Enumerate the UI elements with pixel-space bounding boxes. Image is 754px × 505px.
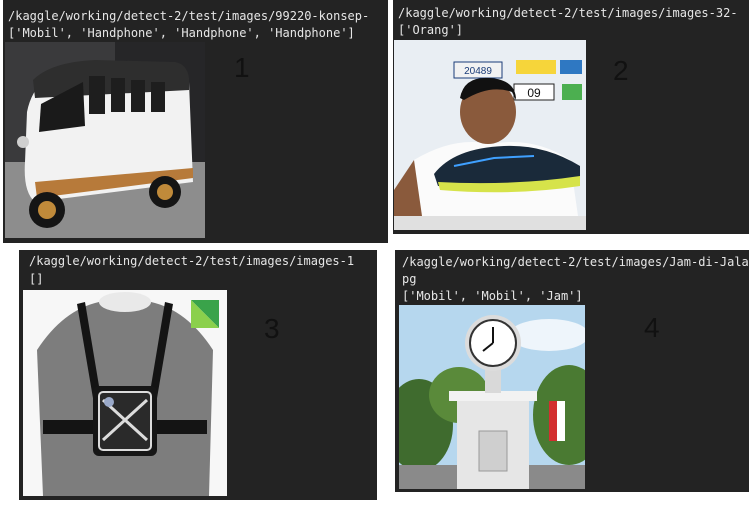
detected-labels-text: [] (29, 272, 44, 286)
output-panel-2: /kaggle/working/detect-2/test/images/ima… (393, 0, 749, 234)
image-path-text: /kaggle/working/detect-2/test/images/ima… (398, 6, 738, 20)
panel-number-3: 3 (264, 313, 280, 344)
output-panel-1: /kaggle/working/detect-2/test/images/992… (3, 0, 388, 243)
detected-labels-text: ['Mobil', 'Handphone', 'Handphone', 'Han… (8, 26, 355, 40)
image-path-text: /kaggle/working/detect-2/test/images/ima… (29, 254, 355, 268)
bib-number-text-2: 09 (527, 86, 541, 100)
detected-labels-text: ['Mobil', 'Mobil', 'Jam'] (402, 289, 583, 303)
output-panel-4: /kaggle/working/detect-2/test/images/Jam… (395, 250, 749, 492)
chest-mount-photo (23, 290, 227, 496)
output-panel-3: /kaggle/working/detect-2/test/images/ima… (19, 250, 377, 500)
street-clock-photo (399, 305, 585, 489)
image-path-text: /kaggle/working/detect-2/test/images/992… (8, 9, 370, 23)
panel-number-1: 1 (234, 52, 250, 83)
panel-number-2: 2 (613, 55, 629, 86)
person-shoe-photo: 20489 09 (394, 40, 586, 230)
image-path-text: /kaggle/working/detect-2/test/images/Jam… (402, 255, 749, 269)
panel-number-4: 4 (644, 312, 660, 343)
image-path-text-continued: pg (402, 272, 417, 286)
van-photo (5, 42, 205, 238)
bib-number-text: 20489 (464, 66, 492, 77)
detected-labels-text: ['Orang'] (398, 23, 464, 37)
